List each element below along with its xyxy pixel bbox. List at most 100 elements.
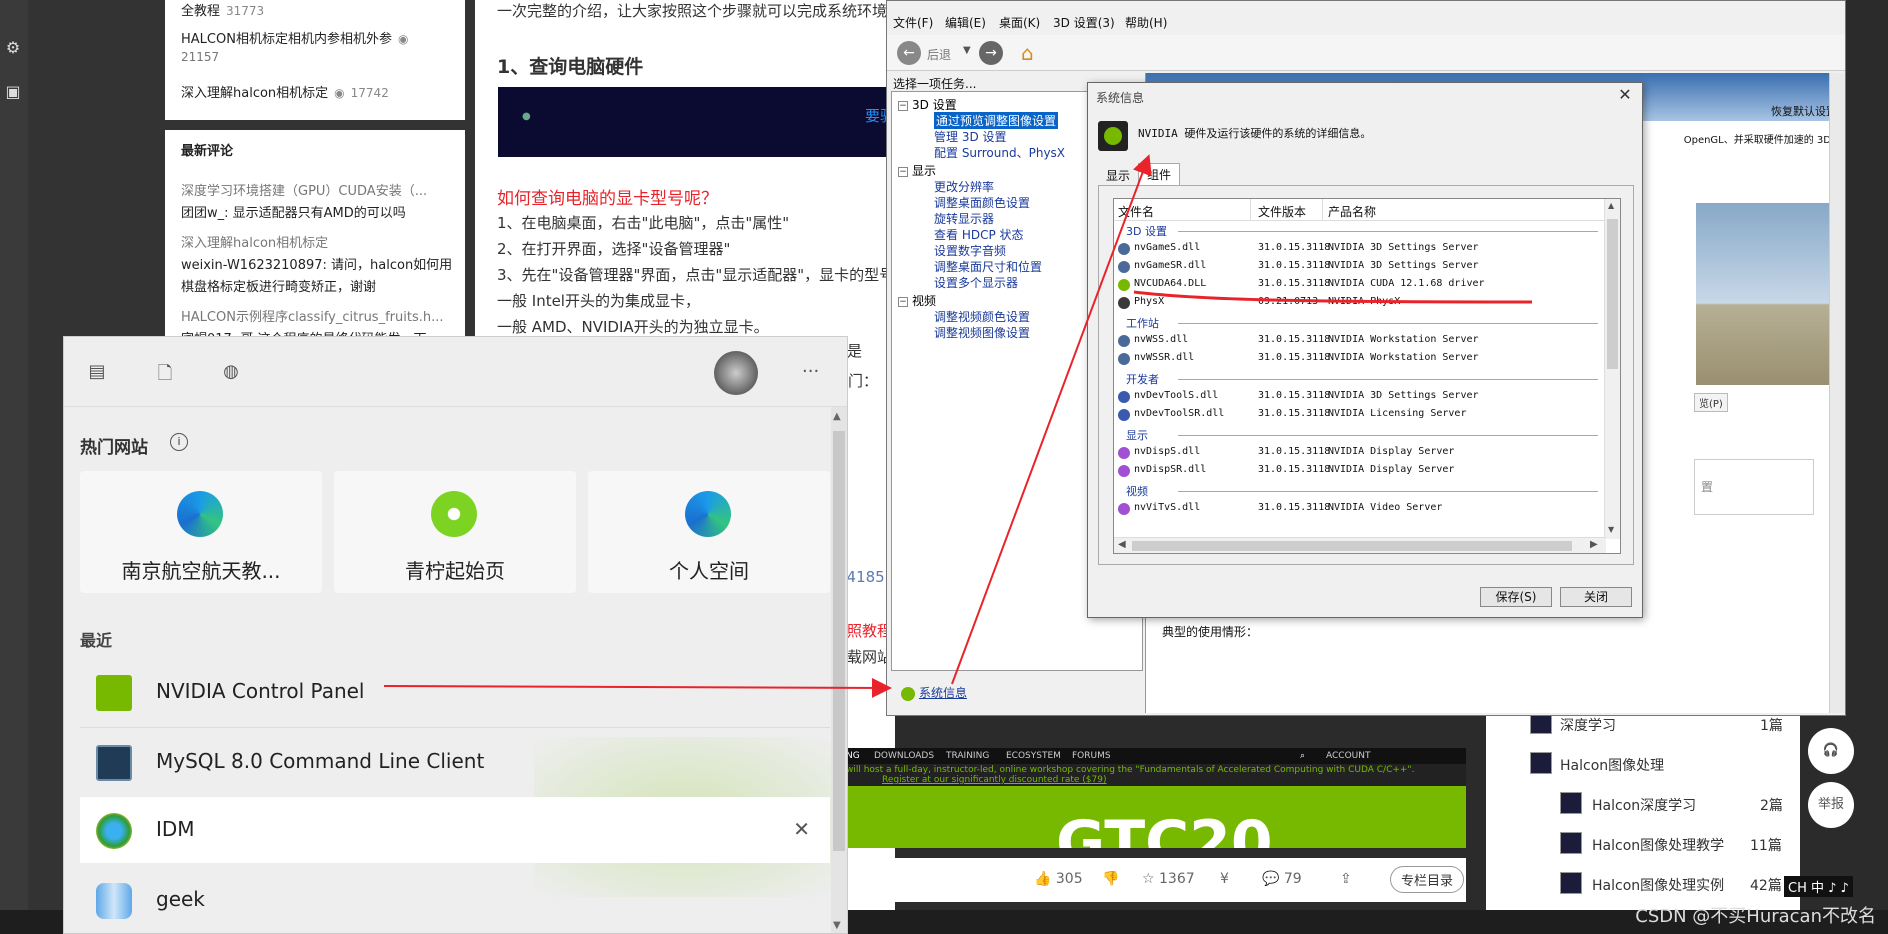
tab-display[interactable]: 显示 xyxy=(1098,165,1138,185)
preview-button[interactable]: 览(P) xyxy=(1694,393,1728,412)
horizontal-scrollbar[interactable]: ◀ ▶ xyxy=(1114,537,1606,553)
scroll-up-icon[interactable]: ▲ xyxy=(1608,201,1614,210)
tree-item[interactable]: 配置 Surround、PhysX xyxy=(934,144,1065,161)
column-product[interactable]: 产品名称 xyxy=(1328,203,1376,220)
headset-icon[interactable]: 🎧 xyxy=(1808,728,1854,774)
globe-icon[interactable]: ◍ xyxy=(220,361,242,383)
site-tile[interactable]: 南京航空航天教... xyxy=(80,471,322,593)
table-row[interactable]: nvDispS.dll 31.0.15.3118 NVIDIA Display Se… xyxy=(1114,445,1606,461)
article-link[interactable]: 全教程 31773 xyxy=(181,0,264,19)
table-row[interactable]: nvGameS.dll 31.0.15.3118 NVIDIA 3D Setting… xyxy=(1114,241,1606,257)
list-scrollbar[interactable]: ▲ ▼ xyxy=(1604,199,1620,539)
table-row[interactable]: nvViTvS.dll 31.0.15.3118 NVIDIA Video Serv… xyxy=(1114,501,1606,517)
comment-button[interactable]: 💬 79 xyxy=(1262,871,1302,887)
dislike-icon[interactable]: 👎 xyxy=(1102,871,1119,887)
comment-article[interactable]: 深入理解halcon相机标定 xyxy=(181,232,328,251)
table-row[interactable]: NVCUDA64.DLL 31.0.15.3118 NVIDIA CUDA 12.1… xyxy=(1114,277,1606,293)
tree-category[interactable]: − 视频 xyxy=(898,292,936,309)
site-tile[interactable]: 个人空间 xyxy=(588,471,830,593)
like-button[interactable]: 👍 305 xyxy=(1034,871,1083,887)
close-button[interactable]: 关闭 xyxy=(1560,587,1632,607)
favorite-button[interactable]: ☆ 1367 xyxy=(1142,871,1195,887)
popup-scrollbar[interactable]: ▲ ▼ xyxy=(831,407,847,933)
table-row[interactable]: PhysX 09.21.0713 NVIDIA PhysX xyxy=(1114,295,1606,311)
menu-help[interactable]: 帮助(H) xyxy=(1125,14,1167,31)
back-label[interactable]: 后退 xyxy=(927,46,951,63)
collapse-icon[interactable]: − xyxy=(898,100,908,111)
table-row[interactable]: nvDevToolSR.dll 31.0.15.3118 NVIDIA Licens… xyxy=(1114,407,1606,423)
column-directory-button[interactable]: 专栏目录 xyxy=(1390,866,1465,893)
option-box[interactable]: 置 xyxy=(1694,459,1814,515)
recent-item-mysql[interactable]: MySQL 8.0 Command Line Client xyxy=(80,729,830,795)
system-info-link[interactable]: 系统信息 xyxy=(901,684,967,701)
tree-item[interactable]: 设置多个显示器 xyxy=(934,274,1018,291)
scroll-thumb[interactable] xyxy=(1607,219,1618,369)
comment-article[interactable]: HALCON示例程序classify_citrus_fruits.h... xyxy=(181,306,444,325)
tree-item[interactable]: 管理 3D 设置 xyxy=(934,128,1007,145)
menu-desktop[interactable]: 桌面(K) xyxy=(999,14,1040,31)
more-options-icon[interactable]: ··· xyxy=(802,361,819,382)
system-tray[interactable]: CH 中 ♪ ♪ xyxy=(1784,876,1853,897)
components-list[interactable]: 文件名 文件版本 产品名称 3D 设置 nvGameS.dll 31.0.15.31… xyxy=(1113,198,1621,554)
image-icon[interactable]: ▣ xyxy=(3,82,23,102)
tree-item[interactable]: 调整桌面尺寸和位置 xyxy=(934,258,1042,275)
table-row[interactable]: nvDevToolS.dll 31.0.15.3118 NVIDIA 3D Sett… xyxy=(1114,389,1606,405)
recent-item-nvidia[interactable]: NVIDIA Control Panel xyxy=(80,659,830,725)
menu-edit[interactable]: 编辑(E) xyxy=(945,14,986,31)
column-item[interactable]: 深度学习 xyxy=(1560,715,1616,735)
column-item[interactable]: Halcon深度学习 xyxy=(1592,795,1696,815)
document-icon[interactable]: 🗋 xyxy=(154,361,176,384)
recent-item-idm[interactable]: IDM ✕ xyxy=(80,797,830,863)
home-icon[interactable]: ⌂ xyxy=(1021,41,1034,65)
column-item[interactable]: Halcon图像处理实例 xyxy=(1592,875,1724,895)
column-item[interactable]: Halcon图像处理 xyxy=(1560,755,1664,775)
tree-item[interactable]: 设置数字音频 xyxy=(934,242,1006,259)
save-button[interactable]: 保存(S) xyxy=(1480,587,1552,607)
tree-item[interactable]: 调整视频颜色设置 xyxy=(934,308,1030,325)
scroll-thumb[interactable] xyxy=(833,431,845,851)
scroll-right-icon[interactable]: ▶ xyxy=(1590,539,1598,550)
table-row[interactable]: nvDispSR.dll 31.0.15.3118 NVIDIA Display S… xyxy=(1114,463,1606,479)
remove-icon[interactable]: ✕ xyxy=(793,817,810,841)
scroll-down-icon[interactable]: ▼ xyxy=(1608,525,1614,534)
scroll-left-icon[interactable]: ◀ xyxy=(1118,539,1126,550)
tree-item[interactable]: 调整视频图像设置 xyxy=(934,324,1030,341)
tab-components[interactable]: 组件 xyxy=(1138,163,1181,185)
gear-icon[interactable]: ⚙ xyxy=(3,38,23,58)
report-button[interactable]: 举报 xyxy=(1808,782,1854,828)
collapse-icon[interactable]: − xyxy=(898,166,908,177)
close-icon[interactable]: ✕ xyxy=(1614,85,1636,105)
share-icon[interactable]: ⇪ xyxy=(1340,871,1352,887)
back-arrow-icon[interactable]: ← xyxy=(897,41,921,65)
app-layout-icon[interactable]: ▤ xyxy=(86,361,108,383)
tree-item[interactable]: 通过预览调整图像设置 xyxy=(934,112,1059,129)
reward-icon[interactable]: ¥ xyxy=(1220,871,1229,887)
recent-item-geek[interactable]: geek xyxy=(80,867,830,933)
chevron-down-icon[interactable]: ▼ xyxy=(963,45,971,56)
hscroll-thumb[interactable] xyxy=(1132,541,1572,551)
avatar[interactable] xyxy=(714,351,758,395)
info-icon[interactable]: i xyxy=(170,433,188,451)
tree-item[interactable]: 查看 HDCP 状态 xyxy=(934,226,1024,243)
menu-file[interactable]: 文件(F) xyxy=(893,14,933,31)
scroll-up-icon[interactable]: ▲ xyxy=(833,411,841,422)
column-filename[interactable]: 文件名 xyxy=(1118,203,1154,220)
table-row[interactable]: nvGameSR.dll 31.0.15.3118 NVIDIA 3D Settin… xyxy=(1114,259,1606,275)
article-link[interactable]: 深入理解halcon相机标定 ◉ 17742 xyxy=(181,82,389,101)
tree-item[interactable]: 更改分辨率 xyxy=(934,178,994,195)
column-item[interactable]: Halcon图像处理教学 xyxy=(1592,835,1724,855)
tree-category[interactable]: − 显示 xyxy=(898,162,936,179)
collapse-icon[interactable]: − xyxy=(898,296,908,307)
vertical-scrollbar[interactable] xyxy=(1829,73,1845,713)
site-tile[interactable]: 青柠起始页 xyxy=(334,471,576,593)
scroll-down-icon[interactable]: ▼ xyxy=(833,920,841,931)
restore-defaults-link[interactable]: 恢复默认设置 xyxy=(1771,103,1837,119)
menu-3d-settings[interactable]: 3D 设置(3) xyxy=(1053,14,1115,31)
article-link[interactable]: HALCON相机标定相机内参相机外参 ◉ xyxy=(181,28,408,47)
forward-arrow-icon[interactable]: → xyxy=(979,41,1003,65)
column-version[interactable]: 文件版本 xyxy=(1258,203,1306,220)
comment-article[interactable]: 深度学习环境搭建（GPU）CUDA安装（... xyxy=(181,180,427,199)
table-row[interactable]: nvWSSR.dll 31.0.15.3118 NVIDIA Workstation… xyxy=(1114,351,1606,367)
tree-category[interactable]: −3D 设置 xyxy=(898,96,957,113)
tree-item[interactable]: 调整桌面颜色设置 xyxy=(934,194,1030,211)
